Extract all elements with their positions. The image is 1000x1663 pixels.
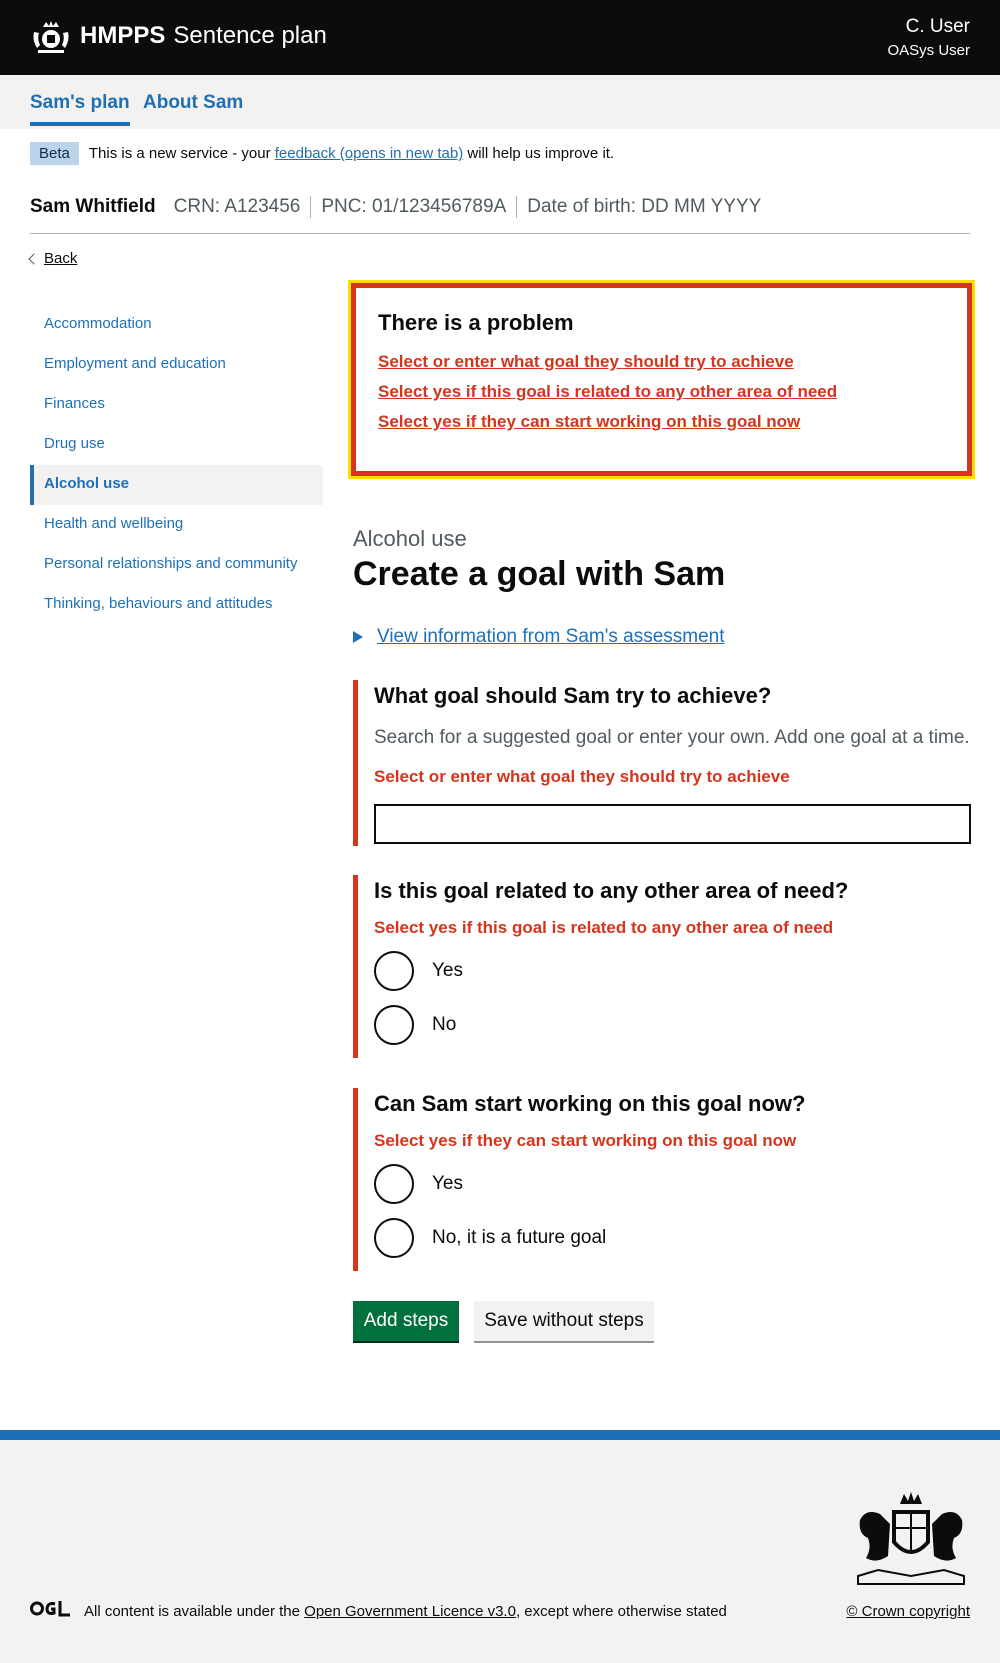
nav-item-sams-plan[interactable]: Sam's plan xyxy=(30,92,130,126)
pnc-value: PNC: 01/123456789A xyxy=(310,196,516,218)
radio-label: No xyxy=(432,1014,457,1035)
licence-text-after: , except where otherwise stated xyxy=(515,1603,727,1620)
crown-copyright-link[interactable]: © Crown copyright xyxy=(846,1603,970,1620)
sidebar-item-finances[interactable]: Finances xyxy=(30,385,323,425)
radio-related-no[interactable]: No xyxy=(374,998,973,1052)
user-role: OASys User xyxy=(887,42,970,59)
assessment-details-toggle[interactable]: View information from Sam's assessment xyxy=(353,626,725,648)
save-without-steps-button[interactable]: Save without steps xyxy=(474,1301,654,1341)
radio-related-yes[interactable]: Yes xyxy=(374,944,973,998)
radio-start-future[interactable]: No, it is a future goal xyxy=(374,1211,973,1265)
back-link-label: Back xyxy=(44,250,78,267)
royal-coat-of-arms-icon xyxy=(857,1492,965,1585)
nav-item-about-sam[interactable]: About Sam xyxy=(143,92,243,114)
case-details-bar: Sam Whitfield CRN: A123456 PNC: 01/12345… xyxy=(30,196,771,218)
sidebar-item-personal-relationships[interactable]: Personal relationships and community xyxy=(30,545,323,585)
date-of-birth-value: Date of birth: DD MM YYYY xyxy=(516,196,771,218)
error-link-related[interactable]: Select yes if this goal is related to an… xyxy=(378,382,945,402)
sidebar-item-health-and-wellbeing[interactable]: Health and wellbeing xyxy=(30,505,323,545)
start-now-form-group: Can Sam start working on this goal now? … xyxy=(353,1088,973,1271)
goal-question-label: What goal should Sam try to achieve? xyxy=(374,683,772,708)
error-link-start[interactable]: Select yes if they can start working on … xyxy=(378,412,945,432)
licence-statement: All content is available under the Open … xyxy=(84,1603,727,1620)
phase-text-before: This is a new service - your xyxy=(88,145,271,162)
related-need-form-group: Is this goal related to any other area o… xyxy=(353,875,973,1058)
service-navigation: Sam's plan About Sam xyxy=(0,75,1000,129)
assessment-details-label: View information from Sam's assessment xyxy=(377,626,725,647)
radio-circle xyxy=(374,951,414,991)
sidebar-item-drug-use[interactable]: Drug use xyxy=(30,425,323,465)
error-summary-title: There is a problem xyxy=(378,310,574,335)
sidebar-item-thinking-behaviours[interactable]: Thinking, behaviours and attitudes xyxy=(30,585,323,625)
feedback-link[interactable]: feedback (opens in new tab) xyxy=(275,145,463,162)
radio-circle xyxy=(374,1218,414,1258)
related-question-label: Is this goal related to any other area o… xyxy=(374,878,849,903)
page-title: Create a goal with Sam xyxy=(353,555,726,593)
person-name: Sam Whitfield xyxy=(30,196,156,217)
start-question-label: Can Sam start working on this goal now? xyxy=(374,1091,806,1116)
crn-value: CRN: A123456 xyxy=(173,196,301,217)
radio-label: Yes xyxy=(432,1173,463,1194)
service-name-link[interactable]: HMPPS Sentence plan xyxy=(80,22,327,50)
area-of-need-navigation: Accommodation Employment and education F… xyxy=(30,305,323,625)
page-caption: Alcohol use xyxy=(353,526,467,551)
triangle-right-icon xyxy=(353,631,363,643)
organisation-name: HMPPS xyxy=(80,22,166,49)
site-header: HMPPS Sentence plan C. User OASys User xyxy=(0,0,1000,75)
goal-input[interactable] xyxy=(374,804,971,844)
error-summary: There is a problem Select or enter what … xyxy=(348,280,975,479)
site-footer: All content is available under the Open … xyxy=(0,1430,1000,1663)
licence-text-before: All content is available under the xyxy=(84,1603,300,1620)
start-error-message: Select yes if they can start working on … xyxy=(374,1131,797,1150)
goal-question-hint: Search for a suggested goal or enter you… xyxy=(374,727,970,748)
back-link[interactable]: Back xyxy=(28,250,78,267)
user-name: C. User xyxy=(905,16,970,37)
ogl-logo-icon xyxy=(30,1601,70,1617)
beta-tag: Beta xyxy=(30,142,79,165)
chevron-left-icon xyxy=(28,252,40,265)
sidebar-item-alcohol-use[interactable]: Alcohol use xyxy=(30,465,323,505)
radio-label: Yes xyxy=(432,960,463,981)
open-government-licence-link[interactable]: Open Government Licence v3.0 xyxy=(304,1603,516,1620)
radio-circle xyxy=(374,1164,414,1204)
crown-crest-icon xyxy=(33,21,69,53)
radio-circle xyxy=(374,1005,414,1045)
sidebar-item-employment-and-education[interactable]: Employment and education xyxy=(30,345,323,385)
phase-banner: Beta This is a new service - your feedba… xyxy=(30,142,614,165)
error-link-goal[interactable]: Select or enter what goal they should tr… xyxy=(378,352,945,372)
sidebar-item-accommodation[interactable]: Accommodation xyxy=(30,305,323,345)
related-error-message: Select yes if this goal is related to an… xyxy=(374,918,834,937)
goal-form-group: What goal should Sam try to achieve? Sea… xyxy=(353,680,973,846)
radio-label: No, it is a future goal xyxy=(432,1227,607,1248)
radio-start-yes[interactable]: Yes xyxy=(374,1157,973,1211)
section-divider xyxy=(30,233,970,234)
goal-error-message: Select or enter what goal they should tr… xyxy=(374,767,790,786)
service-name: Sentence plan xyxy=(173,22,327,49)
phase-text-after: will help us improve it. xyxy=(467,145,615,162)
add-steps-button[interactable]: Add steps xyxy=(353,1301,459,1341)
